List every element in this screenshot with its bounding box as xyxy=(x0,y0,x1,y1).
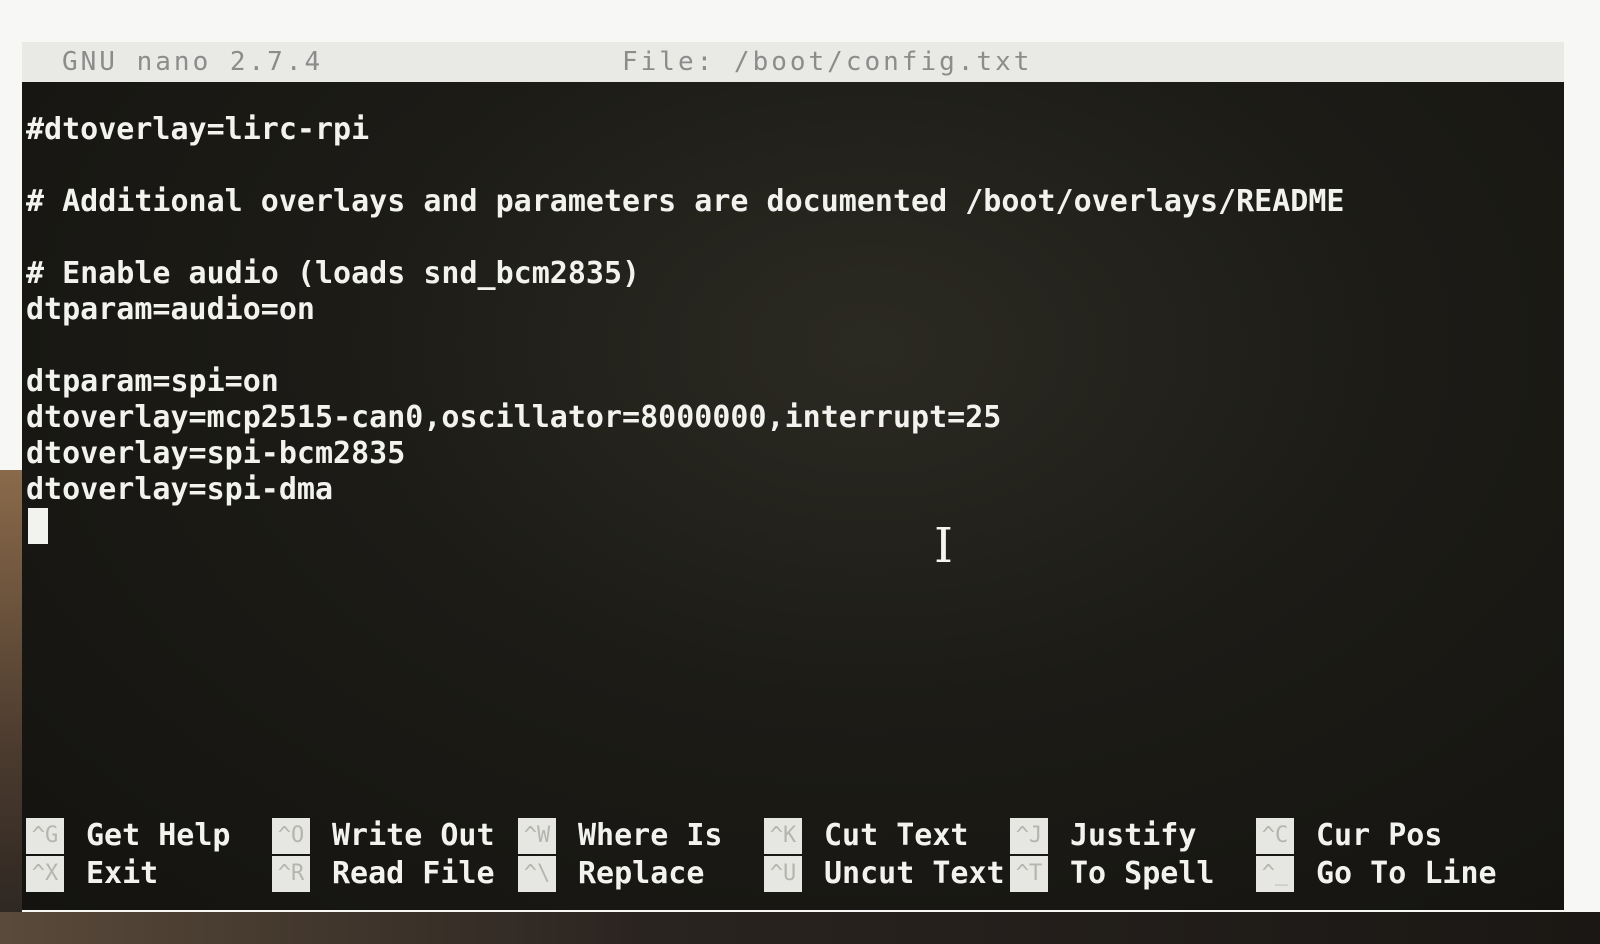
editor-line[interactable]: dtoverlay=mcp2515-can0,oscillator=800000… xyxy=(26,400,1001,436)
nano-title-bar: GNU nano 2.7.4 File: /boot/config.txt xyxy=(22,42,1564,82)
shortcut-label: Write Out xyxy=(332,818,495,853)
editor-line[interactable]: dtparam=spi=on xyxy=(26,364,279,400)
shortcut-label: Cur Pos xyxy=(1316,818,1443,853)
shortcut-key: ^K xyxy=(764,818,802,854)
editor-line[interactable]: # Additional overlays and parameters are… xyxy=(26,184,1345,220)
shortcut-key: ^T xyxy=(1010,856,1048,892)
shortcut-key: ^C xyxy=(1256,818,1294,854)
nano-terminal-screen: GNU nano 2.7.4 File: /boot/config.txt #d… xyxy=(22,42,1564,910)
shortcut-label: Get Help xyxy=(86,818,231,853)
editor-line[interactable]: dtparam=audio=on xyxy=(26,292,315,328)
shortcut-key: ^_ xyxy=(1256,856,1294,892)
monitor-bezel-left xyxy=(0,470,22,944)
editor-line[interactable]: # Enable audio (loads snd_bcm2835) xyxy=(26,256,640,292)
shortcut-key: ^G xyxy=(26,818,64,854)
shortcut-key: ^W xyxy=(518,818,556,854)
editor-line[interactable]: dtoverlay=spi-bcm2835 xyxy=(26,436,405,472)
shortcut-label: To Spell xyxy=(1070,856,1215,891)
shortcut-key: ^U xyxy=(764,856,802,892)
mouse-ibeam-cursor-icon: I xyxy=(934,518,953,574)
shortcut-label: Where Is xyxy=(578,818,723,853)
shortcut-key: ^O xyxy=(272,818,310,854)
shortcut-bar: ^G Get Help ^X Exit ^O Write Out ^R Read… xyxy=(22,818,1564,898)
shortcut-key: ^R xyxy=(272,856,310,892)
shortcut-label: Go To Line xyxy=(1316,856,1497,891)
shortcut-label: Read File xyxy=(332,856,495,891)
shortcut-label: Uncut Text xyxy=(824,856,1005,891)
shortcut-key: ^X xyxy=(26,856,64,892)
shortcut-key: ^\ xyxy=(518,856,556,892)
shortcut-key: ^J xyxy=(1010,818,1048,854)
editor-line[interactable]: dtoverlay=spi-dma xyxy=(26,472,333,508)
monitor-bezel-bottom xyxy=(0,912,1600,944)
file-name: File: /boot/config.txt xyxy=(622,47,1033,77)
shortcut-label: Exit xyxy=(86,856,159,891)
editor-line[interactable]: #dtoverlay=lirc-rpi xyxy=(26,112,369,148)
text-cursor xyxy=(28,508,48,544)
shortcut-label: Replace xyxy=(578,856,705,891)
shortcut-label: Justify xyxy=(1070,818,1197,853)
nano-version: GNU nano 2.7.4 xyxy=(62,47,324,77)
shortcut-label: Cut Text xyxy=(824,818,969,853)
